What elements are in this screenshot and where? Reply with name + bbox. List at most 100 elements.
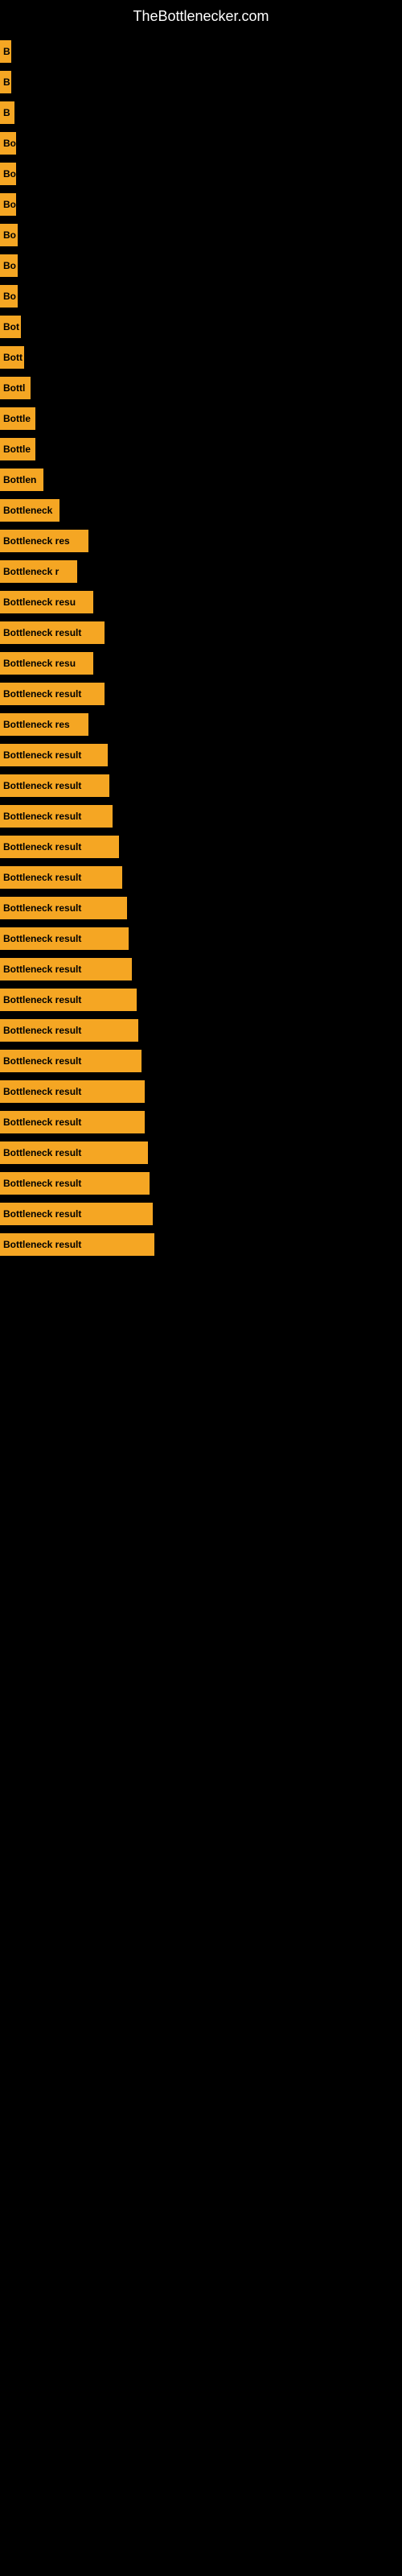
result-bar: Bottleneck result <box>0 1019 138 1042</box>
result-bar: Bottleneck result <box>0 1080 145 1103</box>
bar-row: B <box>0 68 402 97</box>
bar-label: B <box>3 76 10 88</box>
bar-label: Bottl <box>3 382 25 394</box>
bar-label: Bottleneck result <box>3 902 81 914</box>
bar-label: Bottlen <box>3 474 36 485</box>
bar-label: Bottleneck r <box>3 566 59 577</box>
bar-label: Bottleneck res <box>3 719 70 730</box>
result-bar: Bottlen <box>0 469 43 491</box>
bar-label: Bottleneck result <box>3 841 81 852</box>
result-bar: Bottleneck resu <box>0 591 93 613</box>
bar-label: B <box>3 107 10 118</box>
bar-label: Bottleneck result <box>3 1117 81 1128</box>
result-bar: Bottleneck res <box>0 530 88 552</box>
result-bar: Bottleneck result <box>0 958 132 980</box>
result-bar: Bottleneck result <box>0 927 129 950</box>
result-bar: Bottleneck result <box>0 866 122 889</box>
bar-row: Bottleneck <box>0 496 402 525</box>
bar-label: Bottleneck resu <box>3 658 76 669</box>
result-bar: Bottleneck result <box>0 683 105 705</box>
bar-row: Bo <box>0 159 402 188</box>
result-bar: Bottleneck result <box>0 1050 142 1072</box>
bar-label: Bottleneck result <box>3 1178 81 1189</box>
result-bar: Bottleneck res <box>0 713 88 736</box>
bar-row: Bottleneck r <box>0 557 402 586</box>
bar-row: Bottleneck result <box>0 863 402 892</box>
bar-label: Bottleneck <box>3 505 52 516</box>
bar-label: Bottleneck resu <box>3 597 76 608</box>
result-bar: Bottleneck result <box>0 836 119 858</box>
bar-row: Bottleneck resu <box>0 588 402 617</box>
bar-row: Bo <box>0 221 402 250</box>
bar-label: Bottleneck result <box>3 1025 81 1036</box>
bar-row: Bottlen <box>0 465 402 494</box>
bar-row: Bottleneck res <box>0 710 402 739</box>
bar-row: Bo <box>0 251 402 280</box>
bar-row: Bottleneck result <box>0 1046 402 1075</box>
result-bar: Bottleneck r <box>0 560 77 583</box>
bar-row: Bottleneck result <box>0 1138 402 1167</box>
bar-row: Bottleneck result <box>0 924 402 953</box>
bar-label: Bottleneck result <box>3 933 81 944</box>
bar-row: Bottle <box>0 404 402 433</box>
bar-label: Bottleneck result <box>3 1239 81 1250</box>
result-bar: Bottle <box>0 407 35 430</box>
bar-row: Bottleneck result <box>0 1199 402 1228</box>
bar-row: Bottleneck result <box>0 1230 402 1259</box>
result-bar: Bottleneck result <box>0 1172 150 1195</box>
bar-label: Bottleneck result <box>3 964 81 975</box>
bar-label: Bo <box>3 260 16 271</box>
result-bar: Bottle <box>0 438 35 460</box>
bar-row: B <box>0 37 402 66</box>
bar-row: Bott <box>0 343 402 372</box>
bar-row: Bottleneck result <box>0 618 402 647</box>
result-bar: Bottleneck resu <box>0 652 93 675</box>
bar-row: Bo <box>0 282 402 311</box>
bar-row: Bottl <box>0 374 402 402</box>
result-bar: Bottleneck result <box>0 774 109 797</box>
bar-row: Bottleneck result <box>0 1169 402 1198</box>
bar-label: Bottleneck result <box>3 872 81 883</box>
bar-label: Bo <box>3 229 16 241</box>
bar-label: Bo <box>3 168 16 180</box>
bar-row: Bottleneck result <box>0 832 402 861</box>
result-bar: Bo <box>0 163 16 185</box>
bar-row: Bottleneck result <box>0 1108 402 1137</box>
result-bar: Bottleneck result <box>0 1141 148 1164</box>
bar-label: Bottleneck result <box>3 1055 81 1067</box>
result-bar: Bottl <box>0 377 31 399</box>
result-bar: Bottleneck result <box>0 805 113 828</box>
bar-label: Bottleneck result <box>3 1086 81 1097</box>
result-bar: Bo <box>0 224 18 246</box>
bar-row: Bottleneck result <box>0 1016 402 1045</box>
result-bar: Bottleneck result <box>0 897 127 919</box>
result-bar: Bottleneck result <box>0 621 105 644</box>
bar-label: Bot <box>3 321 19 332</box>
bar-row: B <box>0 98 402 127</box>
bar-row: Bottleneck result <box>0 894 402 923</box>
bar-label: Bottleneck result <box>3 1147 81 1158</box>
bar-row: Bo <box>0 190 402 219</box>
result-bar: Bottleneck result <box>0 1233 154 1256</box>
bar-label: Bottle <box>3 413 31 424</box>
bar-label: Bottleneck res <box>3 535 70 547</box>
bar-row: Bottleneck result <box>0 985 402 1014</box>
bar-label: Bottleneck result <box>3 749 81 761</box>
bar-row: Bottleneck result <box>0 771 402 800</box>
result-bar: B <box>0 101 14 124</box>
bar-label: Bo <box>3 138 16 149</box>
bar-label: B <box>3 46 10 57</box>
result-bar: Bott <box>0 346 24 369</box>
bar-row: Bottleneck resu <box>0 649 402 678</box>
bar-label: Bottleneck result <box>3 811 81 822</box>
bar-row: Bottle <box>0 435 402 464</box>
result-bar: B <box>0 40 11 63</box>
bar-label: Bottleneck result <box>3 994 81 1005</box>
result-bar: Bot <box>0 316 21 338</box>
bar-row: Bottleneck result <box>0 1077 402 1106</box>
bar-row: Bottleneck result <box>0 802 402 831</box>
bar-row: Bottleneck result <box>0 741 402 770</box>
result-bar: Bo <box>0 285 18 308</box>
result-bar: Bo <box>0 193 16 216</box>
bars-container: B B B Bo Bo Bo Bo Bo Bo Bot Bott Bottl Bottle Bottle B… <box>0 29 402 1269</box>
